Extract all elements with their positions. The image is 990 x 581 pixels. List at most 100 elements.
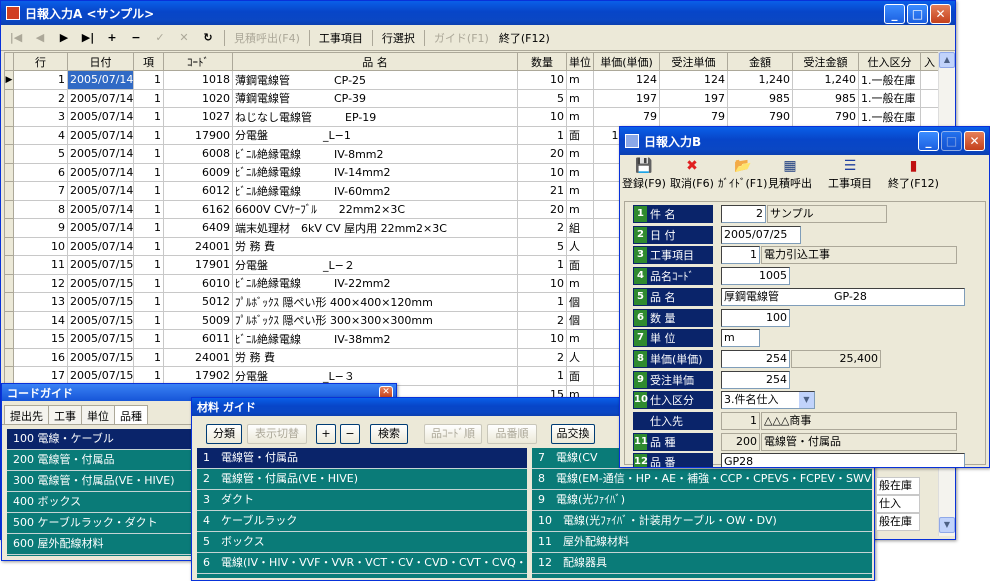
table-cell[interactable] xyxy=(920,70,939,90)
table-cell[interactable]: 10 xyxy=(517,329,567,349)
table-cell[interactable]: 面 xyxy=(566,255,594,275)
guide-button[interactable]: ガイド(F1) xyxy=(430,30,493,46)
table-cell[interactable]: m xyxy=(566,273,594,293)
column-header[interactable]: 品 名 xyxy=(232,52,518,71)
register-button[interactable]: 💾 登録(F9) xyxy=(622,157,666,191)
table-cell[interactable]: 2 xyxy=(517,218,567,238)
close-button[interactable]: ✕ xyxy=(964,131,985,151)
table-cell[interactable]: 2005/07/15 xyxy=(67,347,134,367)
minimize-button[interactable]: _ xyxy=(918,131,939,151)
table-cell[interactable]: 11 xyxy=(13,255,68,275)
construction-item-button[interactable]: 工事項目 xyxy=(315,30,367,46)
table-cell[interactable]: 10 xyxy=(517,273,567,293)
table-cell[interactable]: m xyxy=(566,107,594,127)
table-cell[interactable]: 124 xyxy=(659,70,728,90)
table-cell[interactable]: 1 xyxy=(133,88,164,108)
list-item[interactable]: 1 電線管・付属品 xyxy=(197,448,527,469)
column-header[interactable]: ｺｰﾄﾞ xyxy=(163,52,233,71)
table-cell[interactable]: 5 xyxy=(13,144,68,164)
table-cell[interactable]: 985 xyxy=(727,88,793,108)
table-cell[interactable]: m xyxy=(566,329,594,349)
row-indicator[interactable] xyxy=(4,273,14,293)
table-cell[interactable]: 2005/07/15 xyxy=(67,292,134,312)
column-header[interactable]: 金額 xyxy=(727,52,793,71)
table-cell[interactable]: 6011 xyxy=(163,329,233,349)
table-cell[interactable]: 2005/07/14 xyxy=(67,162,134,182)
table-cell[interactable]: 79 xyxy=(659,107,728,127)
minus-button[interactable]: − xyxy=(340,424,360,444)
table-cell[interactable]: 790 xyxy=(727,107,793,127)
row-indicator[interactable] xyxy=(4,181,14,201)
table-cell[interactable]: 1 xyxy=(133,329,164,349)
table-cell[interactable]: ねじなし電線管 EP-19 xyxy=(232,107,518,127)
search-button[interactable]: 検索 xyxy=(370,424,408,444)
table-cell[interactable]: 2005/07/14 xyxy=(67,199,134,219)
table-cell[interactable]: 個 xyxy=(566,292,594,312)
table-cell[interactable]: 1018 xyxy=(163,70,233,90)
table-cell[interactable]: 6162 xyxy=(163,199,233,219)
table-cell[interactable]: 2005/07/14 xyxy=(67,181,134,201)
swap-item-button[interactable]: 品交換 xyxy=(551,424,595,444)
estimate-call-button[interactable]: ▦ 見積呼出 xyxy=(768,157,812,191)
table-cell[interactable]: 5 xyxy=(517,236,567,256)
unit-field[interactable]: m xyxy=(721,329,760,347)
list-item[interactable]: 2 電線管・付属品(VE・HIVE) xyxy=(197,469,527,490)
table-row[interactable]: 2 2005/07/14 1 1020 薄鋼電線管 CP-39 5 m 197 197 985 98… xyxy=(4,88,939,108)
row-indicator[interactable] xyxy=(4,218,14,238)
table-cell[interactable]: 2005/07/14 xyxy=(67,107,134,127)
table-cell[interactable]: m xyxy=(566,162,594,182)
amount-field[interactable]: 25,400 xyxy=(791,350,881,368)
table-cell[interactable]: 3 xyxy=(13,107,68,127)
supplier-name-field[interactable]: △△△商事 xyxy=(761,412,957,430)
table-cell[interactable]: ﾌﾟﾙﾎﾞｯｸｽ 隠ぺい形 400×400×120mm xyxy=(232,292,518,312)
table-cell[interactable]: 14 xyxy=(13,310,68,330)
table-cell[interactable]: 985 xyxy=(792,88,859,108)
table-cell[interactable]: 7 xyxy=(13,181,68,201)
table-cell[interactable]: 17900 xyxy=(163,125,233,145)
column-header[interactable]: 行 xyxy=(13,52,68,71)
table-cell[interactable]: 薄鋼電線管 CP-39 xyxy=(232,88,518,108)
project-code-field[interactable]: 2 xyxy=(721,205,766,223)
table-cell[interactable]: 8 xyxy=(13,199,68,219)
maximize-button[interactable]: □ xyxy=(941,131,962,151)
table-cell[interactable]: 1 xyxy=(133,273,164,293)
row-indicator[interactable] xyxy=(4,144,14,164)
construction-item-name-field[interactable]: 電力引込工事 xyxy=(761,246,957,264)
table-cell[interactable]: 790 xyxy=(792,107,859,127)
table-cell[interactable]: 6012 xyxy=(163,181,233,201)
product-number-field[interactable]: GP28 xyxy=(721,453,965,467)
column-header[interactable]: 数量 xyxy=(517,52,567,71)
table-cell[interactable]: 6409 xyxy=(163,218,233,238)
item-name-field[interactable]: 厚鋼電線管 GP-28 xyxy=(721,288,965,306)
table-cell[interactable]: 197 xyxy=(659,88,728,108)
table-cell[interactable]: 1,240 xyxy=(727,70,793,90)
table-cell[interactable]: ﾋﾞﾆﾙ絶縁電線 IV-14mm2 xyxy=(232,162,518,182)
row-indicator[interactable] xyxy=(4,255,14,275)
table-cell[interactable]: 1 xyxy=(517,292,567,312)
table-cell[interactable]: 6008 xyxy=(163,144,233,164)
refresh-icon[interactable]: ↻ xyxy=(197,31,219,44)
table-cell[interactable]: 般在庫 xyxy=(876,477,920,495)
display-toggle-button[interactable]: 表示切替 xyxy=(247,424,307,444)
table-cell[interactable]: 1 xyxy=(133,70,164,90)
quantity-field[interactable]: 100 xyxy=(721,309,790,327)
row-indicator[interactable] xyxy=(4,310,14,330)
list-item[interactable]: 5 ボックス xyxy=(197,532,527,553)
table-cell[interactable]: 2005/07/15 xyxy=(67,255,134,275)
table-cell[interactable]: 2005/07/14 xyxy=(67,88,134,108)
material-list-left[interactable]: 1 電線管・付属品 2 電線管・付属品(VE・HIVE) 3 ダクト 4 ケーブルラッ… xyxy=(197,448,527,578)
column-header[interactable]: 入 xyxy=(920,52,939,71)
table-cell[interactable]: 197 xyxy=(593,88,660,108)
row-indicator[interactable] xyxy=(4,347,14,367)
column-header[interactable]: 仕入区分 xyxy=(858,52,921,71)
table-cell[interactable]: 24001 xyxy=(163,236,233,256)
table-cell[interactable]: 1 xyxy=(13,70,68,90)
table-cell[interactable]: 1 xyxy=(133,125,164,145)
table-cell[interactable]: 1 xyxy=(133,310,164,330)
table-cell[interactable]: 2005/07/14 xyxy=(67,144,134,164)
table-cell[interactable]: 16 xyxy=(13,347,68,367)
chevron-down-icon[interactable]: ▼ xyxy=(799,392,814,408)
table-cell[interactable]: 124 xyxy=(593,70,660,90)
minimize-button[interactable]: _ xyxy=(884,4,905,24)
list-item[interactable]: 8 電線(EM-通信・HP・AE・補強・CCP・CPEVS・FCPEV・SWVP… xyxy=(532,469,872,490)
